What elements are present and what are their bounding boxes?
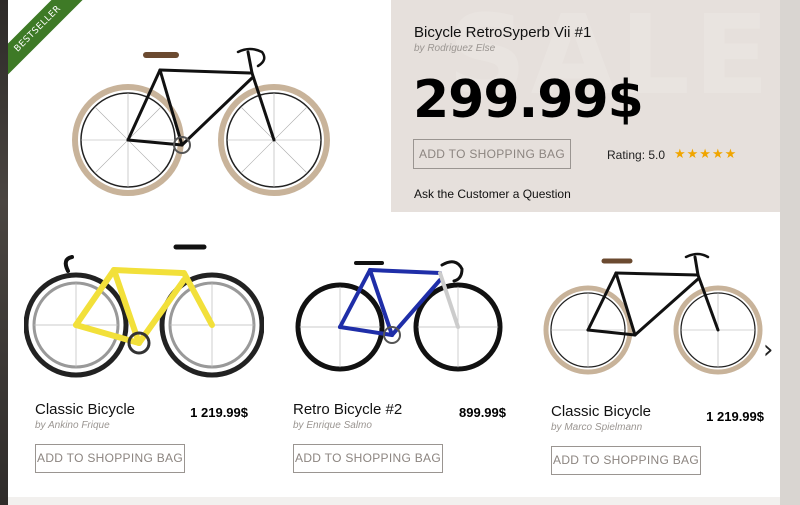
chevron-right-icon[interactable]: › xyxy=(763,335,780,365)
add-to-bag-button[interactable]: ADD TO SHOPPING BAG xyxy=(293,444,443,473)
product-card: Classic Bicycle by Marco Spielmann 1 219… xyxy=(540,225,780,485)
background-strip xyxy=(780,0,800,505)
rating-stars-icon: ★★★★★ xyxy=(674,146,738,161)
product-image[interactable] xyxy=(24,235,264,385)
ask-question-link[interactable]: Ask the Customer a Question xyxy=(414,187,571,201)
product-card: Classic Bicycle by Ankino Frique 1 219.9… xyxy=(24,225,264,485)
product-price: 1 219.99$ xyxy=(190,405,248,420)
featured-product-author: by Rodriguez Else xyxy=(414,43,496,54)
add-to-bag-button[interactable]: ADD TO SHOPPING BAG xyxy=(35,444,185,473)
featured-product-price: 299.99$ xyxy=(413,70,644,130)
panel-bottom-edge xyxy=(8,497,780,505)
product-author: by Enrique Salmo xyxy=(293,420,372,431)
product-price: 899.99$ xyxy=(459,405,506,420)
product-image[interactable] xyxy=(540,235,780,385)
rating-label: Rating: 5.0 xyxy=(607,148,666,162)
product-author: by Ankino Frique xyxy=(35,420,110,431)
product-name[interactable]: Classic Bicycle xyxy=(35,401,135,418)
featured-product: SALE Bicycle RetroSyperb Vii #1 by Rodri… xyxy=(391,0,780,212)
featured-product-title[interactable]: Bicycle RetroSyperb Vii #1 xyxy=(414,24,591,41)
product-author: by Marco Spielmann xyxy=(551,422,643,433)
product-image[interactable] xyxy=(282,235,522,385)
product-name[interactable]: Retro Bicycle #2 xyxy=(293,401,402,418)
hero-bicycle-image[interactable] xyxy=(70,40,332,200)
product-name[interactable]: Classic Bicycle xyxy=(551,403,651,420)
featured-add-to-bag-button[interactable]: ADD TO SHOPPING BAG xyxy=(413,139,571,169)
add-to-bag-button[interactable]: ADD TO SHOPPING BAG xyxy=(551,446,701,475)
product-price: 1 219.99$ xyxy=(706,409,764,424)
product-card: Retro Bicycle #2 by Enrique Salmo 899.99… xyxy=(282,225,522,485)
product-panel: SALE Bicycle RetroSyperb Vii #1 by Rodri… xyxy=(8,0,780,505)
